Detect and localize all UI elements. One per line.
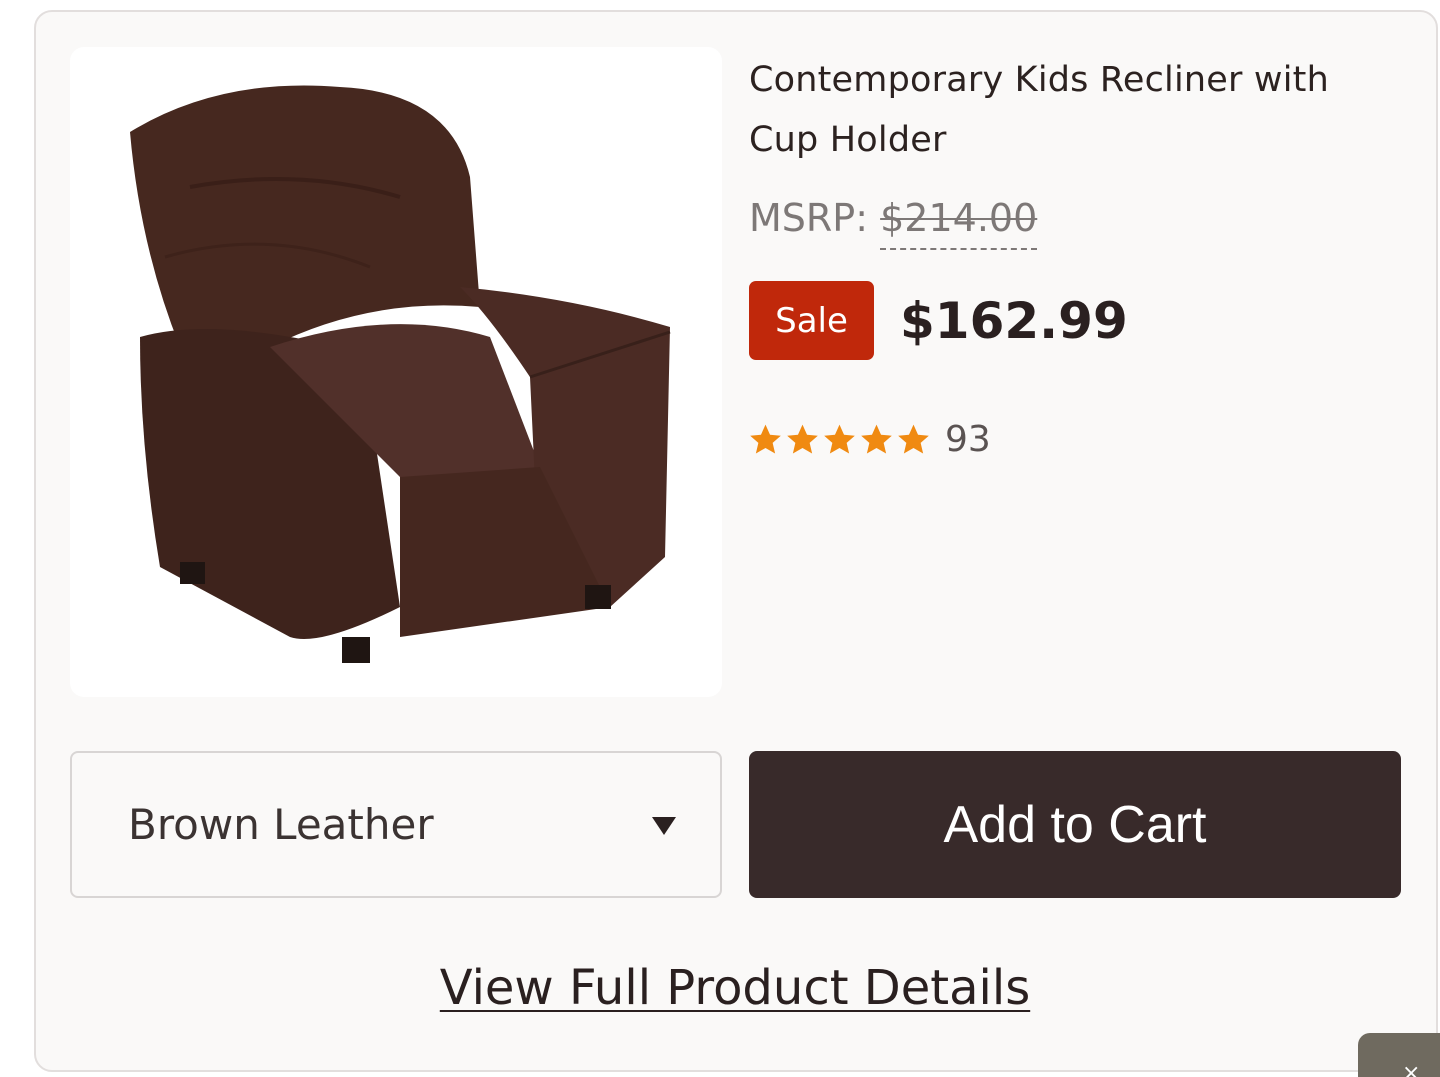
caret-down-icon — [652, 817, 676, 835]
close-icon[interactable]: × — [1402, 1063, 1420, 1077]
star-icon — [898, 424, 929, 453]
star-icon — [861, 424, 892, 453]
msrp-row: MSRP: $214.00 — [749, 196, 1038, 256]
variant-selected-value: Brown Leather — [128, 800, 434, 849]
star-icon — [787, 424, 818, 453]
recliner-chair-image — [130, 85, 671, 663]
add-to-cart-button[interactable]: Add to Cart — [749, 751, 1401, 898]
sale-badge: Sale — [749, 281, 874, 360]
product-image[interactable] — [70, 47, 722, 697]
sale-price: $162.99 — [900, 292, 1128, 350]
variant-select[interactable]: Brown Leather — [70, 751, 722, 898]
view-full-product-details-link[interactable]: View Full Product Details — [0, 960, 1440, 1016]
msrp-price: $214.00 — [880, 196, 1038, 250]
rating-stars — [748, 422, 931, 457]
star-icon — [750, 424, 781, 453]
review-count[interactable]: 93 — [945, 419, 991, 460]
msrp-label: MSRP: — [749, 196, 869, 240]
rating-row[interactable]: 93 — [748, 417, 991, 461]
corner-widget[interactable]: × — [1358, 1033, 1440, 1077]
star-icon — [824, 424, 855, 453]
product-title[interactable]: Contemporary Kids Recliner with Cup Hold… — [749, 50, 1409, 170]
